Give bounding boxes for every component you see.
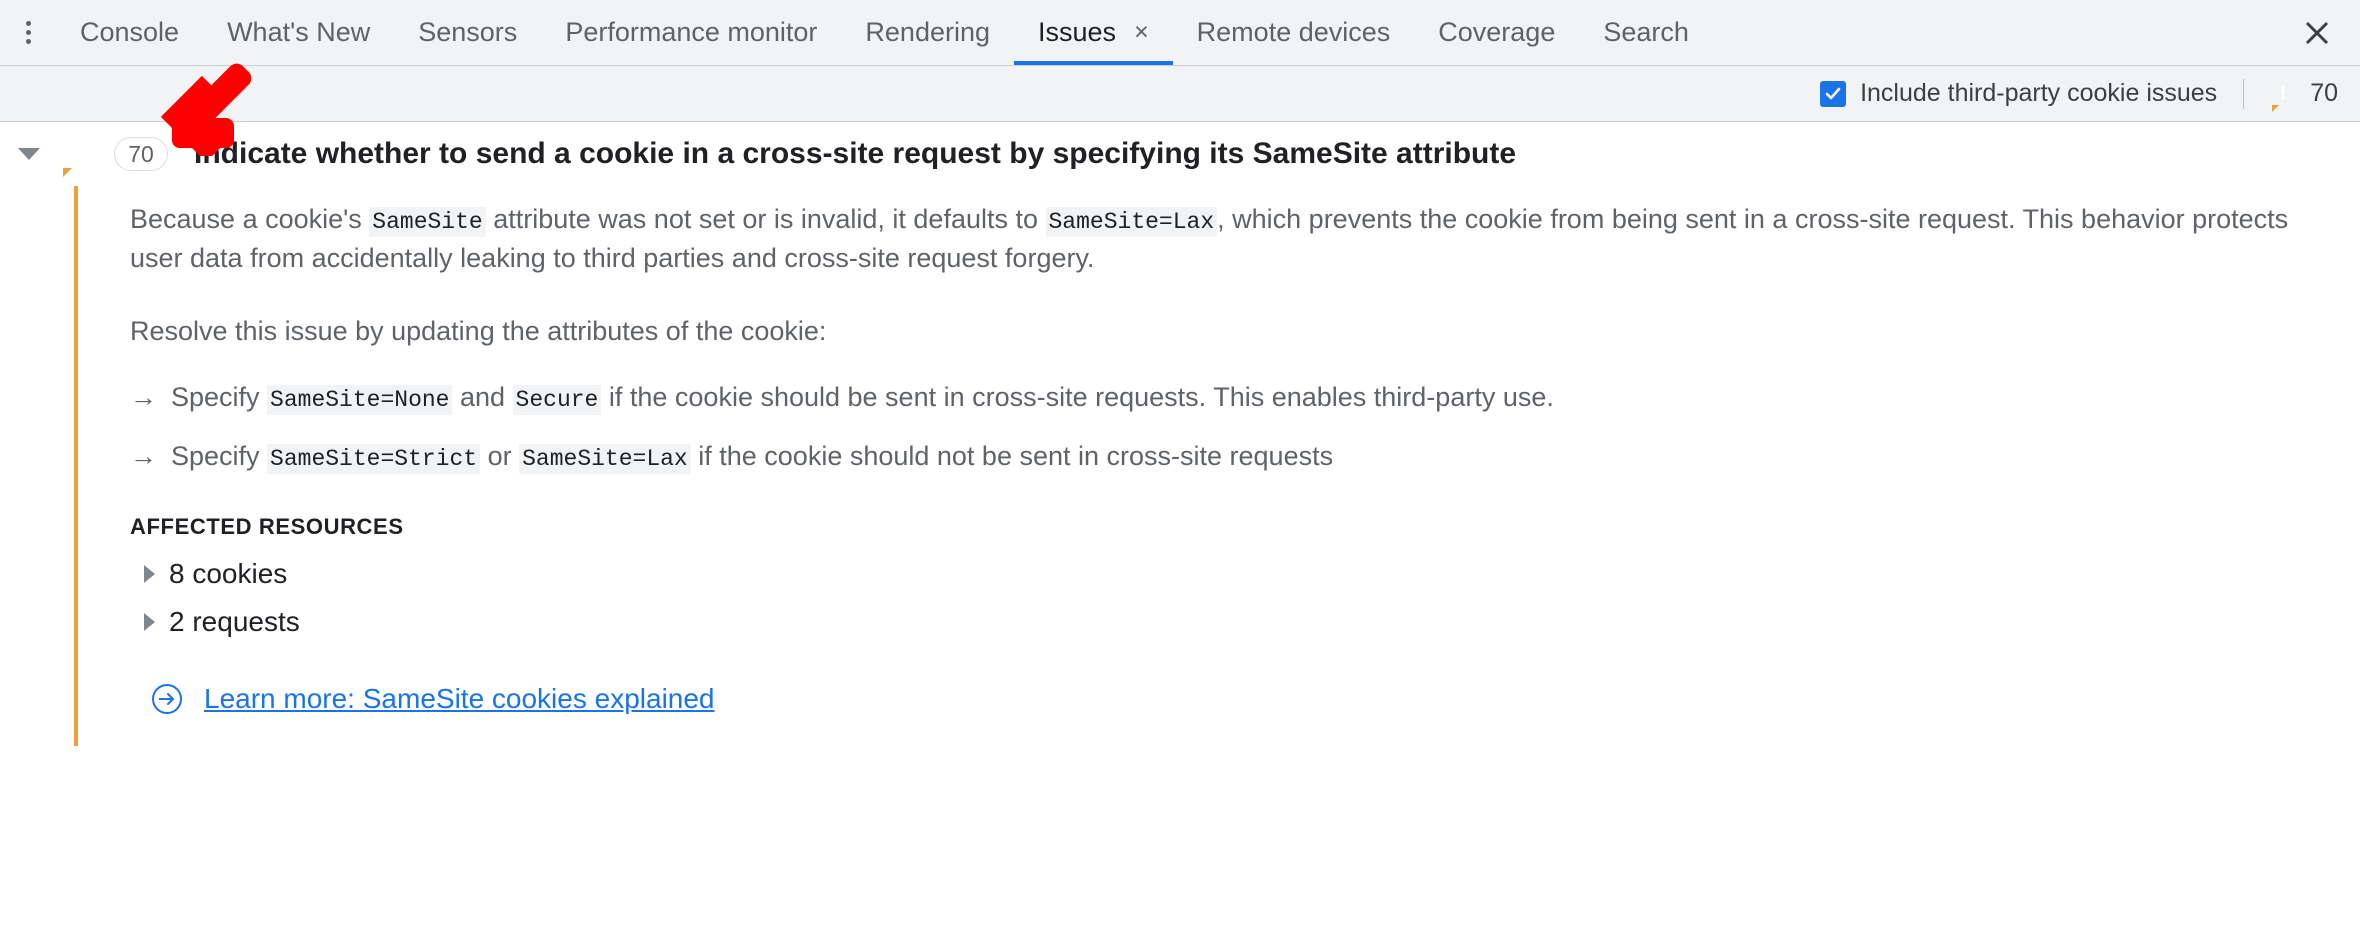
inline-code: Secure (512, 384, 602, 415)
tab-label: Search (1603, 17, 1689, 47)
inline-code: SameSite=Lax (1045, 207, 1218, 237)
resolution-bullet: → Specify SameSite=None and Secure if th… (130, 381, 2360, 415)
close-drawer-button[interactable] (2282, 0, 2360, 65)
close-icon[interactable]: × (1134, 20, 1149, 45)
arrow-right-icon: → (130, 440, 157, 471)
inline-code: SameSite (369, 207, 486, 237)
toolbar-divider (2243, 78, 2245, 109)
issues-toolbar: Include third-party cookie issues 70 (0, 66, 2360, 122)
checkbox-label: Include third-party cookie issues (1860, 79, 2218, 107)
tab-coverage[interactable]: Coverage (1414, 0, 1579, 65)
issue-item: 70 Indicate whether to send a cookie in … (0, 122, 2360, 746)
tab-label: Coverage (1438, 17, 1556, 47)
arrow-in-circle-icon (150, 682, 184, 716)
tab-label: Rendering (865, 17, 991, 47)
tab-whats-new[interactable]: What's New (203, 0, 394, 65)
issue-resolution-paragraph: Resolve this issue by updating the attri… (130, 316, 827, 347)
bullet-text: Specify SameSite=Strict or SameSite=Lax … (171, 440, 1334, 474)
tab-rendering[interactable]: Rendering (841, 0, 1014, 65)
resource-label: 2 requests (169, 605, 300, 637)
learn-more-row[interactable]: Learn more: SameSite cookies explained (130, 682, 2360, 746)
tab-performance-monitor[interactable]: Performance monitor (541, 0, 841, 65)
affected-resources-label: AFFECTED RESOURCES (130, 513, 404, 539)
vertical-dots-icon (25, 21, 31, 44)
issue-header-row[interactable]: 70 Indicate whether to send a cookie in … (0, 122, 2360, 186)
tab-label: Sensors (418, 17, 518, 47)
issue-description-paragraph: Because a cookie's SameSite attribute wa… (130, 200, 2300, 278)
learn-more-link[interactable]: Learn more: SameSite cookies explained (204, 683, 715, 715)
warning-bubble-icon (2270, 82, 2296, 112)
tab-label: Console (80, 17, 180, 47)
warning-count: 70 (2310, 79, 2338, 107)
affected-resource-requests[interactable]: 2 requests (130, 606, 2360, 638)
text-fragment: if the cookie should not be sent in cros… (690, 440, 1334, 471)
tab-label: Issues (1038, 17, 1117, 47)
chevron-down-icon[interactable] (18, 148, 40, 160)
devtools-tab-bar: Console What's New Sensors Performance m… (0, 0, 2360, 66)
tab-console[interactable]: Console (56, 0, 203, 65)
text-fragment: and (452, 381, 513, 412)
more-tabs-button[interactable] (0, 0, 56, 65)
text-fragment: Because a cookie's (130, 204, 370, 234)
inline-code: SameSite=Strict (267, 443, 481, 474)
checkbox-box[interactable] (1820, 80, 1847, 107)
affected-resource-cookies[interactable]: 8 cookies (130, 558, 2360, 590)
inline-code: SameSite=Lax (519, 443, 691, 474)
text-fragment: Specify (171, 440, 268, 471)
tab-remote-devices[interactable]: Remote devices (1173, 0, 1415, 65)
chevron-right-icon[interactable] (144, 612, 155, 631)
issue-body: Because a cookie's SameSite attribute wa… (74, 186, 2360, 746)
text-fragment: Specify (171, 381, 268, 412)
inline-code: SameSite=None (267, 384, 453, 415)
chevron-right-icon[interactable] (144, 564, 155, 583)
tab-sensors[interactable]: Sensors (394, 0, 541, 65)
close-icon (2305, 21, 2329, 44)
tab-label: Performance monitor (565, 17, 818, 47)
checkmark-icon (1825, 87, 1841, 99)
bullet-text: Specify SameSite=None and Secure if the … (171, 381, 1554, 415)
tab-issues[interactable]: Issues × (1014, 0, 1173, 65)
warning-count-group: 70 (2270, 79, 2338, 112)
text-fragment: or (480, 440, 520, 471)
warning-bubble-icon (60, 139, 92, 177)
issue-title: Indicate whether to send a cookie in a c… (194, 137, 1517, 170)
include-third-party-cookie-issues-checkbox[interactable]: Include third-party cookie issues (1820, 79, 2217, 108)
resource-label: 8 cookies (169, 557, 288, 589)
tab-label: Remote devices (1196, 17, 1391, 47)
arrow-right-icon: → (130, 381, 157, 412)
resolution-bullet: → Specify SameSite=Strict or SameSite=La… (130, 440, 2360, 474)
issue-count-badge: 70 (114, 137, 168, 171)
text-fragment: attribute was not set or is invalid, it … (485, 204, 1046, 234)
text-fragment: if the cookie should be sent in cross-si… (601, 381, 1554, 412)
tab-label: What's New (227, 17, 371, 47)
tab-list: Console What's New Sensors Performance m… (56, 0, 2282, 65)
tab-search[interactable]: Search (1579, 0, 1713, 65)
